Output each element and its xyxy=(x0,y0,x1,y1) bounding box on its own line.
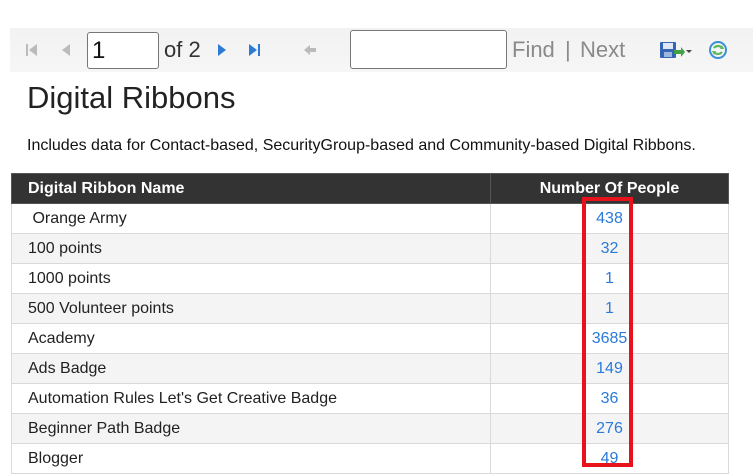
ribbon-name-cell: 1000 points xyxy=(11,263,491,294)
column-header-number-of-people[interactable]: Number Of People xyxy=(490,173,729,204)
people-count-cell: 276 xyxy=(490,413,729,444)
ribbons-table: Digital Ribbon Name Number Of People Ora… xyxy=(11,173,729,474)
people-count-cell: 149 xyxy=(490,353,729,384)
first-page-icon[interactable] xyxy=(20,28,44,72)
table-header-row: Digital Ribbon Name Number Of People xyxy=(11,173,729,204)
table-row: Orange Army 438 xyxy=(11,203,729,234)
ribbon-name-cell: Blogger xyxy=(11,443,491,474)
table-row: Ads Badge 149 xyxy=(11,353,729,384)
find-link[interactable]: Find xyxy=(512,28,555,72)
ribbon-name-cell: Orange Army xyxy=(11,203,491,234)
table-row: Automation Rules Let's Get Creative Badg… xyxy=(11,383,729,414)
people-count-cell: 32 xyxy=(490,233,729,264)
people-count-link[interactable]: 1 xyxy=(605,300,614,317)
people-count-cell: 1 xyxy=(490,263,729,294)
table-row: Beginner Path Badge 276 xyxy=(11,413,729,444)
report-toolbar: of 2 Find | Next xyxy=(10,28,753,72)
ribbon-name-cell: 500 Volunteer points xyxy=(11,293,491,324)
people-count-link[interactable]: 438 xyxy=(596,210,623,227)
ribbon-name-cell: Academy xyxy=(11,323,491,354)
page-count-label: of 2 xyxy=(164,37,201,62)
refresh-icon[interactable] xyxy=(706,28,730,72)
table-row: 500 Volunteer points 1 xyxy=(11,293,729,324)
people-count-cell: 36 xyxy=(490,383,729,414)
people-count-cell: 49 xyxy=(490,443,729,474)
report-title: Digital Ribbons xyxy=(27,80,236,115)
back-icon[interactable] xyxy=(300,28,320,72)
table-row: 1000 points 1 xyxy=(11,263,729,294)
next-link[interactable]: Next xyxy=(580,28,625,72)
people-count-link[interactable]: 149 xyxy=(596,360,623,377)
page-number-input[interactable] xyxy=(87,32,159,69)
people-count-link[interactable]: 36 xyxy=(601,390,619,407)
ribbon-name-cell: Beginner Path Badge xyxy=(11,413,491,444)
export-icon[interactable] xyxy=(655,28,695,72)
people-count-link[interactable]: 1 xyxy=(605,270,614,287)
people-count-cell: 1 xyxy=(490,293,729,324)
table-row: Blogger 49 xyxy=(11,443,729,474)
find-next-separator: | xyxy=(565,37,571,62)
people-count-cell: 438 xyxy=(490,203,729,234)
prev-page-icon[interactable] xyxy=(56,28,76,72)
ribbon-name-cell: Automation Rules Let's Get Creative Badg… xyxy=(11,383,491,414)
column-header-ribbon-name[interactable]: Digital Ribbon Name xyxy=(11,173,491,204)
ribbon-name-cell: Ads Badge xyxy=(11,353,491,384)
people-count-link[interactable]: 49 xyxy=(601,450,619,467)
table-row: Academy 3685 xyxy=(11,323,729,354)
last-page-icon[interactable] xyxy=(244,28,266,72)
people-count-link[interactable]: 3685 xyxy=(592,330,628,347)
next-page-icon[interactable] xyxy=(214,28,230,72)
table-row: 100 points 32 xyxy=(11,233,729,264)
find-text-input[interactable] xyxy=(350,30,507,69)
people-count-link[interactable]: 276 xyxy=(596,420,623,437)
people-count-cell: 3685 xyxy=(490,323,729,354)
ribbon-name-cell: 100 points xyxy=(11,233,491,264)
report-description: Includes data for Contact-based, Securit… xyxy=(27,137,696,154)
people-count-link[interactable]: 32 xyxy=(601,240,619,257)
